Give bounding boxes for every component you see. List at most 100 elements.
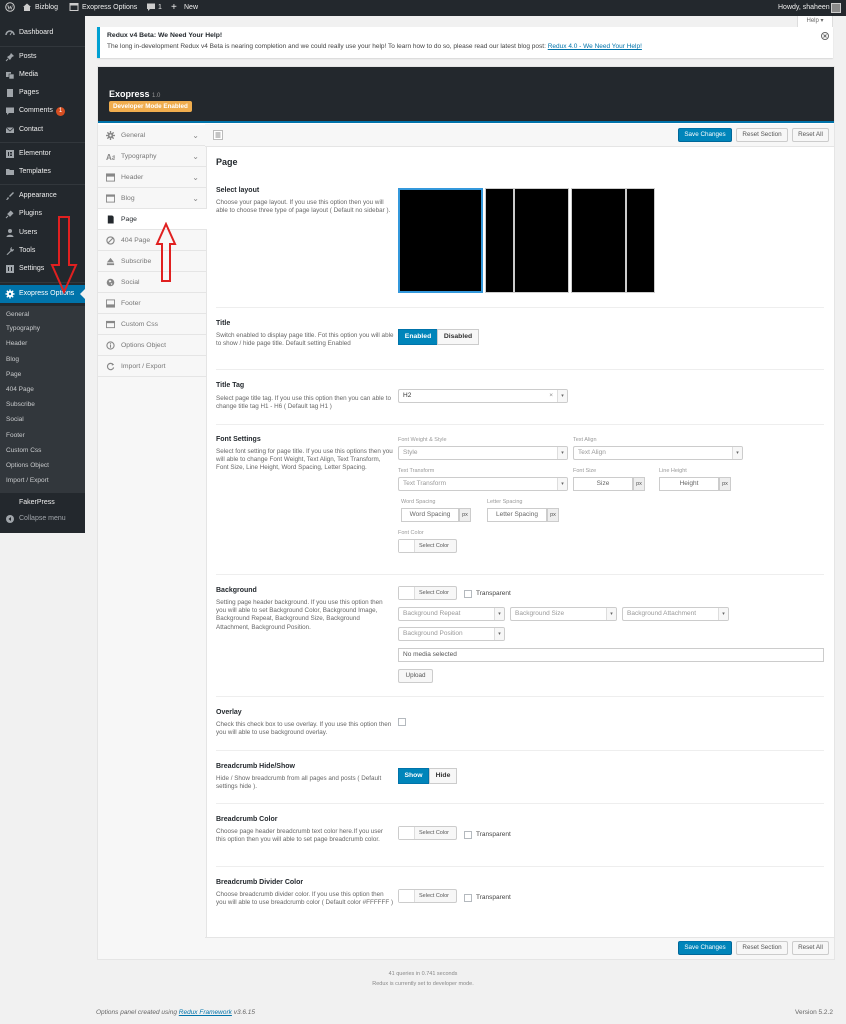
submenu-item[interactable]: Blog <box>0 352 85 367</box>
layout-option-left-sidebar[interactable] <box>485 188 569 293</box>
sidebar-item-dashboard[interactable]: Dashboard <box>0 24 85 42</box>
breadcrumb-show-toggle[interactable]: Show <box>398 768 429 784</box>
reset-all-button-bottom[interactable]: Reset All <box>792 941 829 955</box>
reset-section-button[interactable]: Reset Section <box>736 128 788 142</box>
globe-icon <box>106 278 115 287</box>
new-link[interactable]: New <box>184 0 198 16</box>
breadcrumb-divider-transparent-checkbox[interactable] <box>464 894 472 902</box>
background-size-placeholder: Background Size <box>515 610 565 617</box>
submenu-item[interactable]: Custom Css <box>0 443 85 458</box>
background-size-select[interactable]: Background Size ▾ <box>510 607 617 621</box>
background-position-select[interactable]: Background Position ▾ <box>398 627 505 641</box>
notice-text: The long in-development Redux v4 Beta is… <box>107 43 642 50</box>
breadcrumb-divider-color-button[interactable]: Select Color <box>398 889 457 903</box>
title-tag-select[interactable]: H2 × ▾ <box>398 389 568 403</box>
dismiss-icon[interactable] <box>821 32 829 40</box>
sidebar-item-templates[interactable]: Templates <box>0 163 85 181</box>
sidebar-item-media[interactable]: Media <box>0 66 85 84</box>
sidebar-item-appearance[interactable]: Appearance <box>0 187 85 205</box>
submenu-item[interactable]: Typography <box>0 321 85 336</box>
title-disabled-toggle[interactable]: Disabled <box>437 329 479 345</box>
user-greeting[interactable]: Howdy, shaheen <box>778 0 830 16</box>
breadcrumb-hide-toggle[interactable]: Hide <box>429 768 457 784</box>
avatar[interactable] <box>831 3 841 13</box>
wordpress-logo-icon[interactable]: W <box>5 0 15 16</box>
chevron-down-icon: ⌄ <box>192 194 199 203</box>
breadcrumb-color-button[interactable]: Select Color <box>398 826 457 840</box>
reset-section-button-bottom[interactable]: Reset Section <box>736 941 788 955</box>
tab-import-export[interactable]: Import / Export <box>98 356 206 377</box>
plus-icon[interactable]: + <box>171 0 177 16</box>
save-changes-button[interactable]: Save Changes <box>678 128 732 142</box>
comment-icon[interactable] <box>146 0 156 16</box>
reset-all-button[interactable]: Reset All <box>792 128 829 142</box>
layout-option-no-sidebar[interactable] <box>398 188 483 293</box>
tab-custom-css[interactable]: Custom Css <box>98 314 206 335</box>
tab-general[interactable]: General ⌄ <box>98 125 206 146</box>
site-name-link[interactable]: Bizblog <box>35 0 58 16</box>
section-title: Page <box>216 157 238 167</box>
overlay-title: Overlay <box>216 709 242 716</box>
font-weight-select[interactable]: Style ▾ <box>398 446 568 460</box>
font-settings-title: Font Settings <box>216 436 261 443</box>
breadcrumb-transparent-checkbox[interactable] <box>464 831 472 839</box>
notice-body: The long in-development Redux v4 Beta is… <box>107 43 546 50</box>
redux-framework-link[interactable]: Redux Framework <box>179 1009 232 1016</box>
tab-header[interactable]: Header ⌄ <box>98 167 206 188</box>
letter-spacing-unit: px <box>547 508 559 522</box>
submenu-item[interactable]: Page <box>0 367 85 382</box>
word-spacing-input[interactable]: Word Spacing <box>401 508 459 522</box>
chevron-down-icon: ⌄ <box>192 152 199 161</box>
word-spacing-label: Word Spacing <box>401 499 436 505</box>
plugin-options-link[interactable]: Exopress Options <box>82 0 137 16</box>
background-media-field[interactable]: No media selected <box>398 648 824 662</box>
submenu-item[interactable]: Options Object <box>0 458 85 473</box>
sidebar-item-pages[interactable]: Pages <box>0 84 85 102</box>
text-align-placeholder: Text Align <box>578 449 606 456</box>
background-color-button[interactable]: Select Color <box>398 586 457 600</box>
submenu-item[interactable]: Header <box>0 336 85 351</box>
sidebar-item-contact[interactable]: Contact <box>0 121 85 139</box>
tab-subscribe[interactable]: Subscribe <box>98 251 206 272</box>
tab-blog[interactable]: Blog ⌄ <box>98 188 206 209</box>
save-changes-button-bottom[interactable]: Save Changes <box>678 941 732 955</box>
collapse-menu-button[interactable]: Collapse menu <box>0 510 85 528</box>
tab-options-object[interactable]: Options Object <box>98 335 206 356</box>
tab-typography[interactable]: Aa Typography ⌄ <box>98 146 206 167</box>
background-attachment-select[interactable]: Background Attachment ▾ <box>622 607 729 621</box>
submenu-item[interactable]: Social <box>0 412 85 427</box>
folder-icon <box>6 169 14 175</box>
sidebar-item-elementor[interactable]: Elementor <box>0 145 85 163</box>
background-repeat-select[interactable]: Background Repeat ▾ <box>398 607 505 621</box>
overlay-checkbox[interactable] <box>398 718 406 726</box>
divider <box>216 866 824 867</box>
submenu-item[interactable]: Import / Export <box>0 473 85 493</box>
sidebar-item-comments[interactable]: Comments 1 <box>0 102 85 120</box>
submenu-item[interactable]: Subscribe <box>0 397 85 412</box>
plugin-options-icon[interactable] <box>69 0 79 16</box>
notice-link[interactable]: Redux 4.0 - We Need Your Help! <box>548 43 642 50</box>
sidebar-item-label: Elementor <box>19 150 51 157</box>
font-color-button[interactable]: Select Color <box>398 539 457 553</box>
home-icon[interactable] <box>22 0 32 16</box>
line-height-input[interactable]: Height <box>659 477 719 491</box>
tab-social[interactable]: Social <box>98 272 206 293</box>
tab-page[interactable]: Page <box>98 209 207 230</box>
letter-spacing-input[interactable]: Letter Spacing <box>487 508 547 522</box>
upload-button[interactable]: Upload <box>398 669 433 683</box>
submenu-item[interactable]: 404 Page <box>0 382 85 397</box>
sidebar-item-posts[interactable]: Posts <box>0 48 85 66</box>
text-align-select[interactable]: Text Align ▾ <box>573 446 743 460</box>
layout-option-right-sidebar[interactable] <box>571 188 655 293</box>
tab-404-page[interactable]: 404 Page <box>98 230 206 251</box>
font-size-input[interactable]: Size <box>573 477 633 491</box>
expand-options-icon[interactable] <box>213 130 223 140</box>
text-transform-select[interactable]: Text Transform ▾ <box>398 477 568 491</box>
clear-icon[interactable]: × <box>549 390 553 402</box>
tab-footer[interactable]: Footer <box>98 293 206 314</box>
title-enabled-toggle[interactable]: Enabled <box>398 329 438 345</box>
submenu-item[interactable]: General <box>0 306 85 321</box>
submenu-item[interactable]: Footer <box>0 428 85 443</box>
background-transparent-checkbox[interactable] <box>464 590 472 598</box>
comments-count[interactable]: 1 <box>158 0 162 16</box>
